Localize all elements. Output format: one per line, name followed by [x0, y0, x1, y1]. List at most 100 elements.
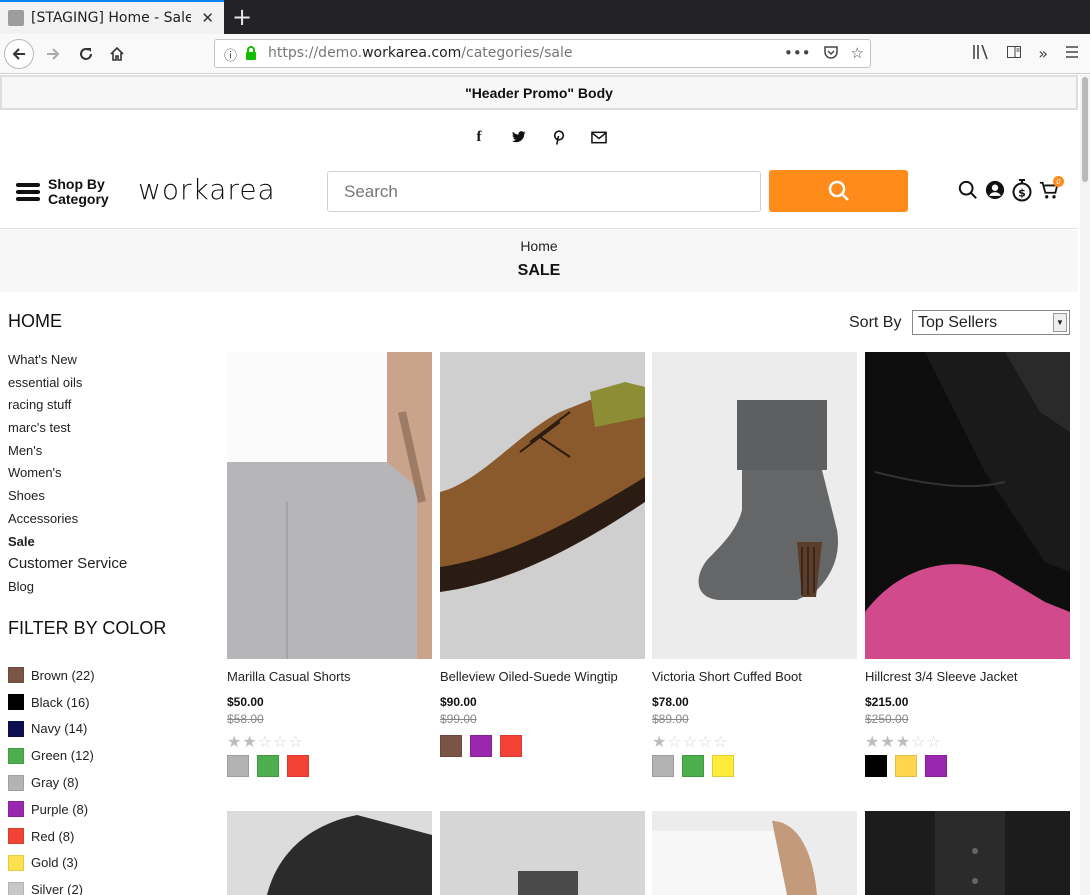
- back-button[interactable]: [4, 39, 34, 69]
- product-card[interactable]: Victoria Short Cuffed Boot $78.00 $89.00…: [652, 352, 857, 777]
- product-image[interactable]: [865, 811, 1070, 895]
- home-button[interactable]: [102, 39, 132, 69]
- page-scrollbar[interactable]: [1080, 75, 1090, 895]
- forward-button[interactable]: [38, 39, 68, 69]
- swatch-gray[interactable]: [652, 755, 674, 777]
- sidebar-item-essential-oils[interactable]: essential oils: [8, 375, 127, 398]
- swatch-purple[interactable]: [925, 755, 947, 777]
- search-button[interactable]: [769, 170, 908, 212]
- product-swatches: [440, 735, 645, 757]
- color-filter-item[interactable]: Gold (3): [8, 850, 95, 877]
- sidebar-item-sale[interactable]: Sale: [8, 534, 127, 557]
- swatch-brown[interactable]: [440, 735, 462, 757]
- color-filter-item[interactable]: Navy (14): [8, 716, 95, 743]
- sidebar-item-accessories[interactable]: Accessories: [8, 511, 127, 534]
- account-icon[interactable]: [985, 178, 1005, 202]
- pinterest-icon[interactable]: [551, 128, 567, 146]
- shop-by-category-button[interactable]: Shop By Category: [16, 177, 118, 207]
- color-filter-label: Purple (8): [31, 801, 89, 817]
- sidebar-category-list: What's New essential oils racing stuff m…: [8, 352, 127, 602]
- close-tab-icon[interactable]: ✕: [201, 9, 214, 27]
- breadcrumb-home-link[interactable]: Home: [0, 238, 1078, 254]
- product-name[interactable]: Belleview Oiled-Suede Wingtip: [440, 669, 645, 684]
- color-filter-list: Brown (22) Black (16) Navy (14) Green (12) G…: [8, 662, 95, 895]
- cart-icon[interactable]: 0: [1039, 176, 1064, 202]
- sidebar-item-mens[interactable]: Men's: [8, 443, 127, 466]
- site-header: Shop By Category workarea $ 0: [0, 165, 1078, 229]
- new-tab-icon[interactable]: +: [232, 3, 252, 31]
- page-actions-icon[interactable]: •••: [784, 44, 811, 64]
- sidebar-item-whats-new[interactable]: What's New: [8, 352, 127, 375]
- library-icon[interactable]: [972, 44, 990, 64]
- product-name[interactable]: Marilla Casual Shorts: [227, 669, 432, 684]
- twitter-icon[interactable]: [511, 128, 527, 146]
- product-image[interactable]: [652, 811, 857, 895]
- color-filter-item[interactable]: Black (16): [8, 689, 95, 716]
- filter-by-color-heading: FILTER BY COLOR: [8, 618, 167, 638]
- email-icon[interactable]: [591, 128, 607, 146]
- bookmark-star-icon[interactable]: ☆: [851, 44, 864, 64]
- sidebar-item-racing-stuff[interactable]: racing stuff: [8, 397, 127, 420]
- sort-select[interactable]: Top Sellers ▼: [912, 310, 1070, 335]
- sidebar-item-womens[interactable]: Women's: [8, 465, 127, 488]
- scroll-thumb[interactable]: [1082, 77, 1088, 182]
- search-icon[interactable]: [958, 178, 978, 202]
- page-title: SALE: [517, 262, 561, 279]
- browser-tab[interactable]: [STAGING] Home - Sale - Workarea ✕: [0, 0, 224, 34]
- reload-button[interactable]: [71, 39, 101, 69]
- swatch-gold[interactable]: [895, 755, 917, 777]
- cart-count-badge: 0: [1053, 176, 1064, 187]
- rewards-icon[interactable]: $: [1012, 178, 1032, 202]
- facebook-icon[interactable]: f: [471, 128, 487, 146]
- sort-by-label: Sort By: [849, 314, 902, 331]
- color-filter-label: Silver (2): [31, 882, 84, 895]
- swatch-green[interactable]: [257, 755, 279, 777]
- pocket-icon[interactable]: [823, 44, 839, 64]
- info-icon[interactable]: ⓘ: [224, 45, 237, 64]
- site-logo[interactable]: workarea: [138, 173, 276, 206]
- sidebar-toggle-icon[interactable]: [1006, 44, 1022, 64]
- swatch-black[interactable]: [865, 755, 887, 777]
- sidebar-item-customer-service[interactable]: Customer Service: [8, 556, 127, 579]
- color-swatch: [8, 881, 24, 895]
- color-filter-item[interactable]: Silver (2): [8, 876, 95, 895]
- swatch-gray[interactable]: [227, 755, 249, 777]
- sidebar-item-shoes[interactable]: Shoes: [8, 488, 127, 511]
- product-swatches: [227, 755, 432, 777]
- product-name[interactable]: Victoria Short Cuffed Boot: [652, 669, 857, 684]
- product-old-price: $89.00: [652, 712, 689, 726]
- product-image-boot[interactable]: [652, 352, 857, 659]
- sidebar-item-marcs-test[interactable]: marc's test: [8, 420, 127, 443]
- sidebar-home-heading[interactable]: HOME: [8, 311, 62, 332]
- color-filter-item[interactable]: Red (8): [8, 823, 95, 850]
- product-old-price: $99.00: [440, 712, 477, 726]
- swatch-red[interactable]: [500, 735, 522, 757]
- product-old-price: $250.00: [865, 712, 909, 726]
- product-image[interactable]: [440, 811, 645, 895]
- color-filter-item[interactable]: Green (12): [8, 742, 95, 769]
- color-filter-item[interactable]: Gray (8): [8, 769, 95, 796]
- product-card[interactable]: Marilla Casual Shorts $50.00 $58.00 ★★☆☆…: [227, 352, 432, 777]
- product-image-wingtip[interactable]: [440, 352, 645, 659]
- swatch-purple[interactable]: [470, 735, 492, 757]
- swatch-red[interactable]: [287, 755, 309, 777]
- product-image-jacket[interactable]: [865, 352, 1070, 659]
- swatch-green[interactable]: [682, 755, 704, 777]
- color-filter-item[interactable]: Purple (8): [8, 796, 95, 823]
- rating-stars: ★★★☆☆: [865, 732, 942, 751]
- product-card[interactable]: Belleview Oiled-Suede Wingtip $90.00 $99…: [440, 352, 645, 757]
- color-filter-item[interactable]: Brown (22): [8, 662, 95, 689]
- url-bar[interactable]: ⓘ https://demo.workarea.com/categories/s…: [214, 39, 871, 68]
- color-swatch: [8, 747, 24, 764]
- color-filter-label: Black (16): [31, 694, 90, 710]
- product-image[interactable]: [227, 811, 432, 895]
- overflow-chevron-icon[interactable]: »: [1038, 44, 1048, 64]
- hamburger-menu-icon[interactable]: [1064, 44, 1080, 64]
- swatch-yellow[interactable]: [712, 755, 734, 777]
- sidebar-item-blog[interactable]: Blog: [8, 579, 127, 602]
- svg-text:$: $: [1018, 187, 1026, 200]
- product-card[interactable]: Hillcrest 3/4 Sleeve Jacket $215.00 $250…: [865, 352, 1070, 777]
- product-name[interactable]: Hillcrest 3/4 Sleeve Jacket: [865, 669, 1070, 684]
- search-input[interactable]: [327, 171, 761, 212]
- product-image-shorts[interactable]: [227, 352, 432, 659]
